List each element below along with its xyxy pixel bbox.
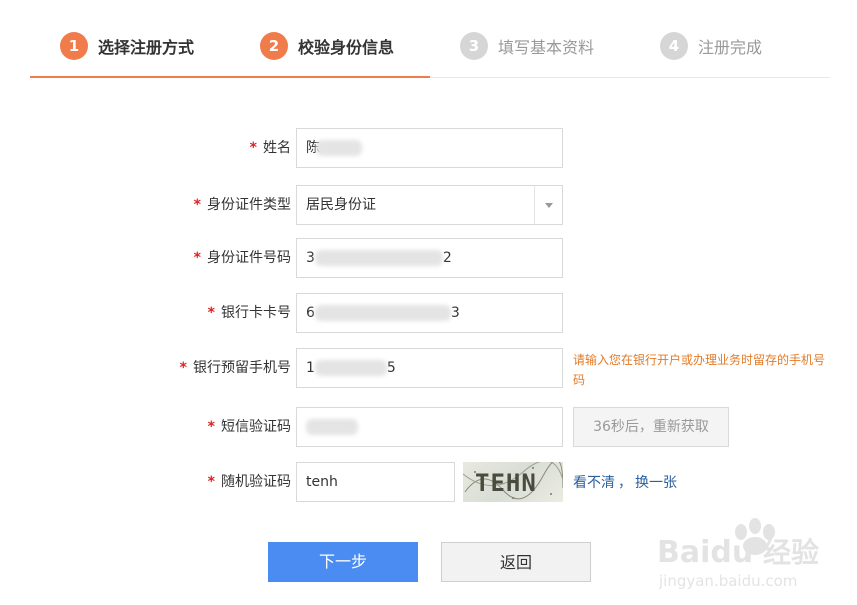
captcha-image[interactable]: TEHN [463, 462, 563, 502]
captcha-row: * 随机验证码 tenh TEHN 看不清，换一张 [0, 462, 857, 502]
bank-card-label: * 银行卡卡号 [207, 305, 291, 321]
bank-card-row: * 银行卡卡号 63 [0, 293, 857, 333]
captcha-refresh-link[interactable]: 看不清，换一张 [573, 462, 677, 502]
step-2-label: 校验身份信息 [298, 38, 395, 57]
phone-input[interactable]: 15 [296, 348, 563, 388]
chevron-down-icon[interactable] [534, 186, 562, 224]
captcha-noise: TEHN [463, 462, 563, 500]
captcha-label: * 随机验证码 [207, 474, 291, 490]
back-button[interactable]: 返回 [441, 542, 591, 582]
redacted-blur [314, 250, 443, 266]
sms-code-input[interactable] [296, 407, 563, 447]
next-step-button[interactable]: 下一步 [268, 542, 418, 582]
id-number-label: * 身份证件号码 [193, 250, 291, 266]
phone-row: * 银行预留手机号 15 请输入您在银行开户或办理业务时留存的手机号码 [0, 348, 857, 388]
step-2-number: 2 [260, 32, 288, 60]
step-1: 1 选择注册方式 [60, 32, 194, 60]
watermark-brand-cn: 经验 [763, 536, 819, 569]
id-type-row: * 身份证件类型 居民身份证 [0, 185, 857, 225]
redacted-blur [314, 305, 451, 321]
id-type-select[interactable]: 居民身份证 [296, 185, 563, 225]
step-3-number: 3 [460, 32, 488, 60]
id-number-row: * 身份证件号码 32 [0, 238, 857, 278]
watermark-url: jingyan.baidu.com [658, 572, 797, 590]
sms-code-label: * 短信验证码 [207, 419, 291, 435]
step-4: 4 注册完成 [660, 32, 762, 60]
step-3-label: 填写基本资料 [498, 38, 595, 57]
watermark-brand: Baidu [657, 535, 753, 570]
registration-steps: 1 选择注册方式 2 校验身份信息 3 填写基本资料 4 注册完成 [30, 0, 830, 78]
redacted-blur [316, 140, 362, 156]
step-2: 2 校验身份信息 [260, 32, 394, 60]
phone-label: * 银行预留手机号 [179, 360, 291, 376]
step-1-number: 1 [60, 32, 88, 60]
bank-card-input[interactable]: 63 [296, 293, 563, 333]
redacted-blur [314, 360, 387, 376]
id-type-label: * 身份证件类型 [193, 197, 291, 213]
captcha-text: TEHN [475, 469, 537, 497]
name-input[interactable]: 陈 [296, 128, 563, 168]
captcha-input[interactable]: tenh [296, 462, 455, 502]
step-3: 3 填写基本资料 [460, 32, 594, 60]
step-4-number: 4 [660, 32, 688, 60]
resend-sms-button[interactable]: 36秒后，重新获取 [573, 407, 729, 447]
baidu-jingyan-watermark: Baidu 经验 jingyan.baidu.com [657, 518, 819, 590]
id-number-input[interactable]: 32 [296, 238, 563, 278]
name-row: * 姓名 陈 [0, 128, 857, 168]
sms-code-row: * 短信验证码 36秒后，重新获取 [0, 407, 857, 447]
redacted-blur [306, 419, 358, 435]
step-4-label: 注册完成 [698, 38, 763, 57]
step-1-label: 选择注册方式 [98, 38, 195, 57]
name-label: * 姓名 [249, 140, 291, 156]
steps-progress-line [30, 76, 430, 78]
phone-hint: 请输入您在银行开户或办理业务时留存的手机号码 [573, 353, 826, 387]
